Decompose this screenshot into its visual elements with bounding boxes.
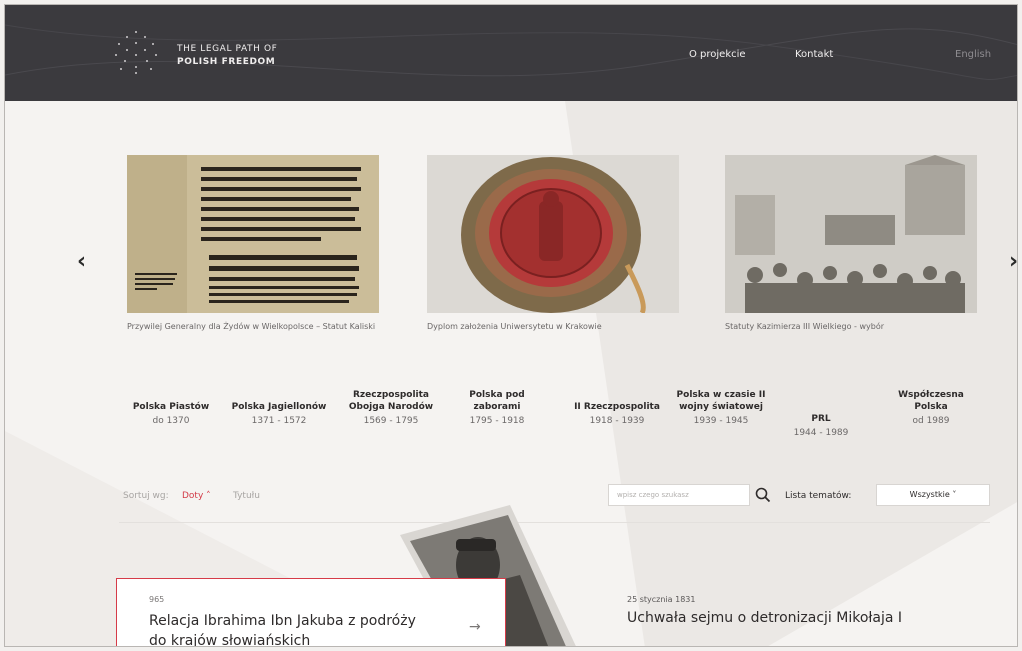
wax-seal-image bbox=[427, 155, 679, 313]
entry-date: 965 bbox=[149, 595, 165, 604]
topics-label: Lista tematów: bbox=[785, 491, 852, 501]
chevron-down-icon: ˅ bbox=[952, 490, 957, 499]
era-dates: 1939 - 1945 bbox=[693, 416, 749, 426]
logo-line-2: POLISH FREEDOM bbox=[177, 57, 276, 67]
sort-by-date-label: Doty bbox=[182, 491, 204, 501]
carousel-slide[interactable]: Dyplom założenia Uniwersytetu w Krakowie bbox=[427, 155, 679, 333]
era-ii-rzeczpospolita[interactable]: II Rzeczpospolita 1918 - 1939 bbox=[567, 401, 667, 427]
sort-by-date-button[interactable]: Doty ˄ bbox=[182, 491, 211, 501]
era-name: Współczesna Polska bbox=[898, 390, 964, 412]
entry-card[interactable]: 965 Relacja Ibrahima Ibn Jakuba z podróż… bbox=[116, 578, 506, 647]
era-wspolczesna-polska[interactable]: Współczesna Polska od 1989 bbox=[891, 389, 971, 427]
era-polska-pod-zaborami[interactable]: Polska pod zaborami 1795 - 1918 bbox=[457, 389, 537, 427]
era-name: Polska w czasie II wojny światowej bbox=[676, 390, 766, 412]
era-dates: od 1989 bbox=[912, 416, 950, 426]
era-dates: 1918 - 1939 bbox=[589, 416, 645, 426]
engraving-image bbox=[725, 155, 977, 313]
language-switch[interactable]: English bbox=[955, 49, 991, 60]
carousel-slide[interactable]: Przywilej Generalny dla Żydów w Wielkopo… bbox=[127, 155, 379, 333]
search-input[interactable] bbox=[608, 484, 750, 506]
era-rzeczpospolita-obojga-narodow[interactable]: Rzeczpospolita Obojga Narodów 1569 - 179… bbox=[341, 389, 441, 427]
nav-about-project[interactable]: O projekcie bbox=[689, 49, 746, 60]
chevron-left-icon[interactable]: ‹ bbox=[77, 249, 86, 274]
sort-by-title-button[interactable]: Tytułu bbox=[233, 491, 260, 501]
era-dates: 1795 - 1918 bbox=[469, 416, 525, 426]
logo-dots-icon[interactable] bbox=[113, 29, 159, 75]
search-icon[interactable] bbox=[755, 486, 771, 504]
era-name: PRL bbox=[811, 414, 831, 424]
slide-caption: Dyplom założenia Uniwersytetu w Krakowie bbox=[427, 322, 602, 331]
era-polska-piastow[interactable]: Polska Piastów do 1370 bbox=[123, 401, 219, 427]
era-name: Polska Piastów bbox=[132, 402, 210, 412]
slide-caption: Przywilej Generalny dla Żydów w Wielkopo… bbox=[127, 322, 376, 331]
sort-label: Sortuj wg: bbox=[123, 491, 169, 501]
arrow-right-icon[interactable]: → bbox=[469, 619, 481, 635]
entry-title: Relacja Ibrahima Ibn Jakuba z podróży do … bbox=[149, 613, 416, 647]
era-name: Polska pod zaborami bbox=[469, 390, 525, 412]
era-polska-ii-wojna[interactable]: Polska w czasie II wojny światowej 1939 … bbox=[669, 389, 773, 427]
site-header: THE LEGAL PATH OF POLISH FREEDOM O proje… bbox=[5, 5, 1017, 101]
entry-title[interactable]: Uchwała sejmu o detronizacji Mikołaja I bbox=[627, 610, 902, 626]
page: THE LEGAL PATH OF POLISH FREEDOM O proje… bbox=[4, 4, 1018, 647]
era-dates: 1944 - 1989 bbox=[793, 428, 849, 438]
topics-selected-value: Wszystkie bbox=[909, 490, 950, 499]
era-name: Rzeczpospolita Obojga Narodów bbox=[348, 390, 434, 412]
era-dates: 1569 - 1795 bbox=[363, 416, 419, 426]
chevron-up-icon: ˄ bbox=[206, 491, 211, 501]
topics-dropdown[interactable]: Wszystkie ˅ bbox=[876, 484, 990, 506]
manuscript-image bbox=[127, 155, 379, 313]
era-prl[interactable]: PRL 1944 - 1989 bbox=[781, 413, 861, 439]
nav-contact[interactable]: Kontakt bbox=[795, 49, 833, 60]
era-polska-jagiellonow[interactable]: Polska Jagiellonów 1371 - 1572 bbox=[221, 401, 337, 427]
logo-line-1: THE LEGAL PATH OF bbox=[177, 44, 278, 54]
entry-date: 25 stycznia 1831 bbox=[627, 595, 696, 604]
site-logo[interactable]: THE LEGAL PATH OF POLISH FREEDOM bbox=[177, 43, 277, 69]
era-dates: do 1370 bbox=[152, 416, 190, 426]
era-name: II Rzeczpospolita bbox=[574, 402, 660, 412]
chevron-right-icon[interactable]: › bbox=[1009, 249, 1017, 274]
carousel-slide[interactable]: Statuty Kazimierza III Wielkiego - wybór bbox=[725, 155, 977, 333]
era-name: Polska Jagiellonów bbox=[231, 402, 327, 412]
slide-caption: Statuty Kazimierza III Wielkiego - wybór bbox=[725, 322, 885, 331]
era-dates: 1371 - 1572 bbox=[251, 416, 307, 426]
